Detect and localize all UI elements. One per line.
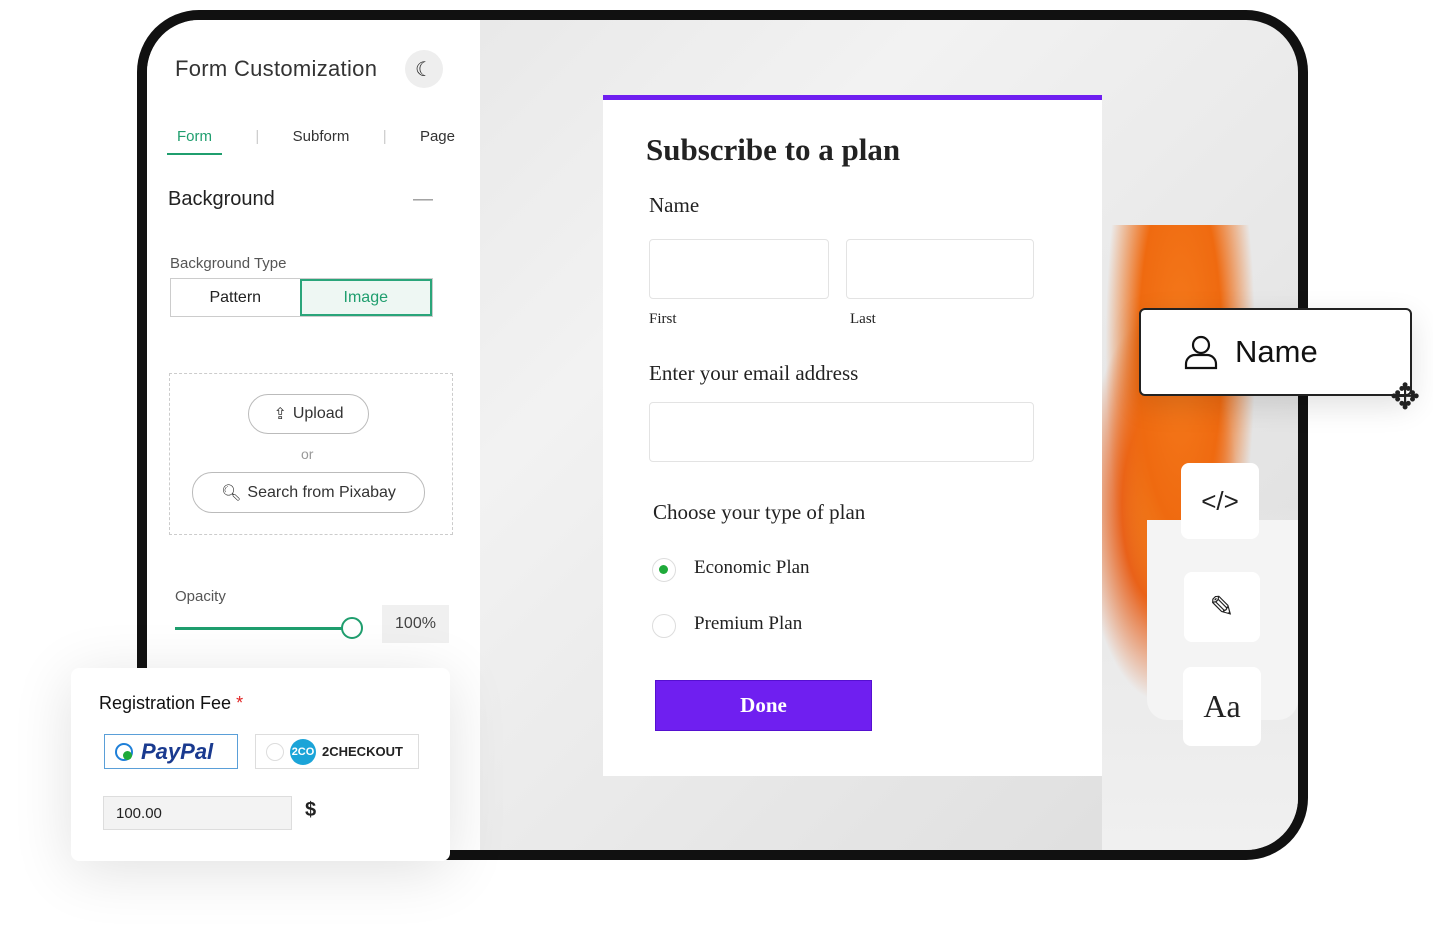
or-label: or	[301, 446, 314, 462]
email-input[interactable]	[649, 402, 1034, 462]
move-icon[interactable]: ✥	[1390, 377, 1420, 417]
tab-page[interactable]: Page	[420, 128, 455, 155]
currency-symbol: $	[305, 799, 317, 821]
pencil-icon[interactable]: ✎	[1184, 572, 1260, 642]
opacity-slider[interactable]	[175, 627, 351, 630]
plan-label: Choose your type of plan	[653, 500, 866, 524]
first-label: First	[649, 311, 677, 327]
payment-card: Registration Fee * PayPal 2CO 2CHECKOUT …	[71, 668, 450, 861]
font-icon[interactable]: Aa	[1183, 667, 1261, 746]
2checkout-label: 2CHECKOUT	[322, 744, 403, 759]
2checkout-option[interactable]: 2CO 2CHECKOUT	[255, 734, 419, 769]
opacity-slider-handle[interactable]	[341, 617, 363, 639]
moon-icon[interactable]: ☾	[405, 50, 443, 88]
upload-button[interactable]: ⇪ Upload	[248, 394, 369, 434]
upload-icon: ⇪	[273, 406, 287, 423]
paypal-radio[interactable]	[115, 742, 133, 761]
name-field-label: Name	[1235, 334, 1318, 369]
registration-fee-label: Registration Fee	[99, 693, 232, 713]
first-name-input[interactable]	[649, 239, 829, 299]
tab-form[interactable]: Form	[167, 128, 222, 155]
paypal-option[interactable]: PayPal	[104, 734, 238, 769]
image-dropzone[interactable]: ⇪ Upload or 🔍︎ Search from Pixabay	[169, 373, 453, 535]
premium-plan-radio[interactable]	[652, 614, 676, 638]
bg-type-toggle: Pattern Image	[170, 278, 433, 317]
search-label: Search from Pixabay	[247, 483, 396, 501]
economic-plan-radio[interactable]	[652, 558, 676, 582]
section-title: Background	[168, 188, 275, 210]
divider: |	[255, 128, 260, 145]
name-field-chip[interactable]: Name	[1139, 308, 1412, 396]
last-label: Last	[850, 311, 876, 327]
search-pixabay-button[interactable]: 🔍︎ Search from Pixabay	[192, 472, 425, 513]
tab-subform[interactable]: Subform	[293, 128, 350, 155]
user-icon	[1184, 335, 1218, 370]
code-icon[interactable]: </>	[1181, 463, 1259, 539]
email-label: Enter your email address	[649, 361, 859, 385]
economic-plan-label: Economic Plan	[694, 557, 810, 578]
last-name-input[interactable]	[846, 239, 1034, 299]
opacity-value[interactable]: 100%	[382, 605, 449, 643]
form-title: Subscribe to a plan	[646, 132, 901, 167]
2checkout-radio[interactable]	[266, 742, 284, 761]
opacity-label: Opacity	[175, 588, 226, 605]
upload-label: Upload	[292, 405, 344, 422]
paypal-logo: PayPal	[141, 738, 214, 764]
required-marker: *	[236, 693, 244, 713]
name-label: Name	[649, 193, 700, 217]
divider: |	[382, 128, 387, 145]
amount-input[interactable]: 100.00	[103, 796, 292, 830]
form-preview: Subscribe to a plan Name First Last Ente…	[603, 95, 1102, 776]
premium-plan-label: Premium Plan	[694, 613, 803, 634]
2checkout-logo: 2CO	[290, 738, 316, 765]
done-button[interactable]: Done	[655, 680, 872, 731]
search-icon: 🔍︎	[221, 484, 242, 502]
bg-type-label: Background Type	[170, 255, 287, 272]
image-option[interactable]: Image	[299, 279, 432, 316]
collapse-icon[interactable]: —	[413, 188, 433, 211]
pattern-option[interactable]: Pattern	[171, 279, 300, 316]
tabs: Form | Subform | Page	[167, 128, 455, 155]
panel-title: Form Customization	[175, 56, 378, 81]
